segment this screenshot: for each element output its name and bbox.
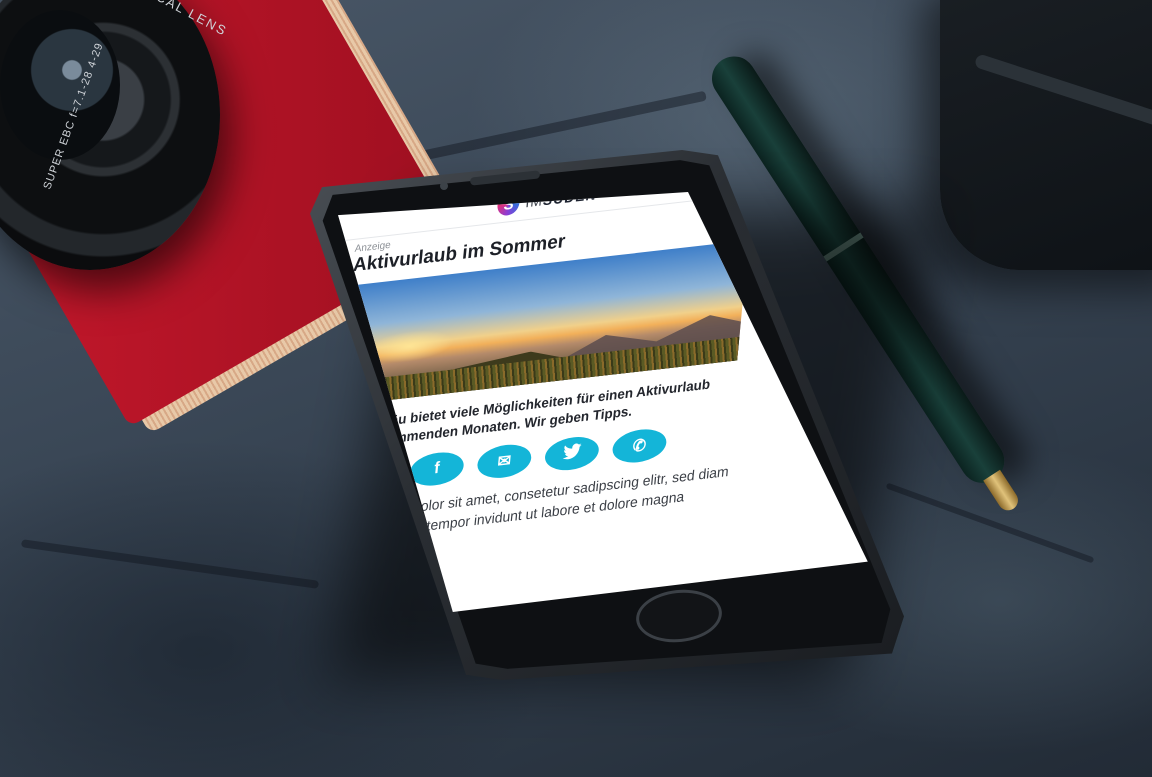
stone-crack [20,539,320,589]
twitter-icon [562,442,582,465]
facebook-share-button[interactable]: f [408,450,466,489]
email-share-button[interactable]: ✉ [475,442,533,482]
pen-tip [983,469,1022,515]
email-icon: ✉ [496,452,512,472]
facebook-icon: f [433,459,441,478]
whatsapp-icon: ✆ [631,437,647,457]
front-camera-icon [440,182,448,190]
twitter-share-button[interactable] [543,434,601,474]
strap-stitch [973,53,1152,141]
whatsapp-share-button[interactable]: ✆ [611,427,668,466]
camera-strap [940,0,1152,270]
